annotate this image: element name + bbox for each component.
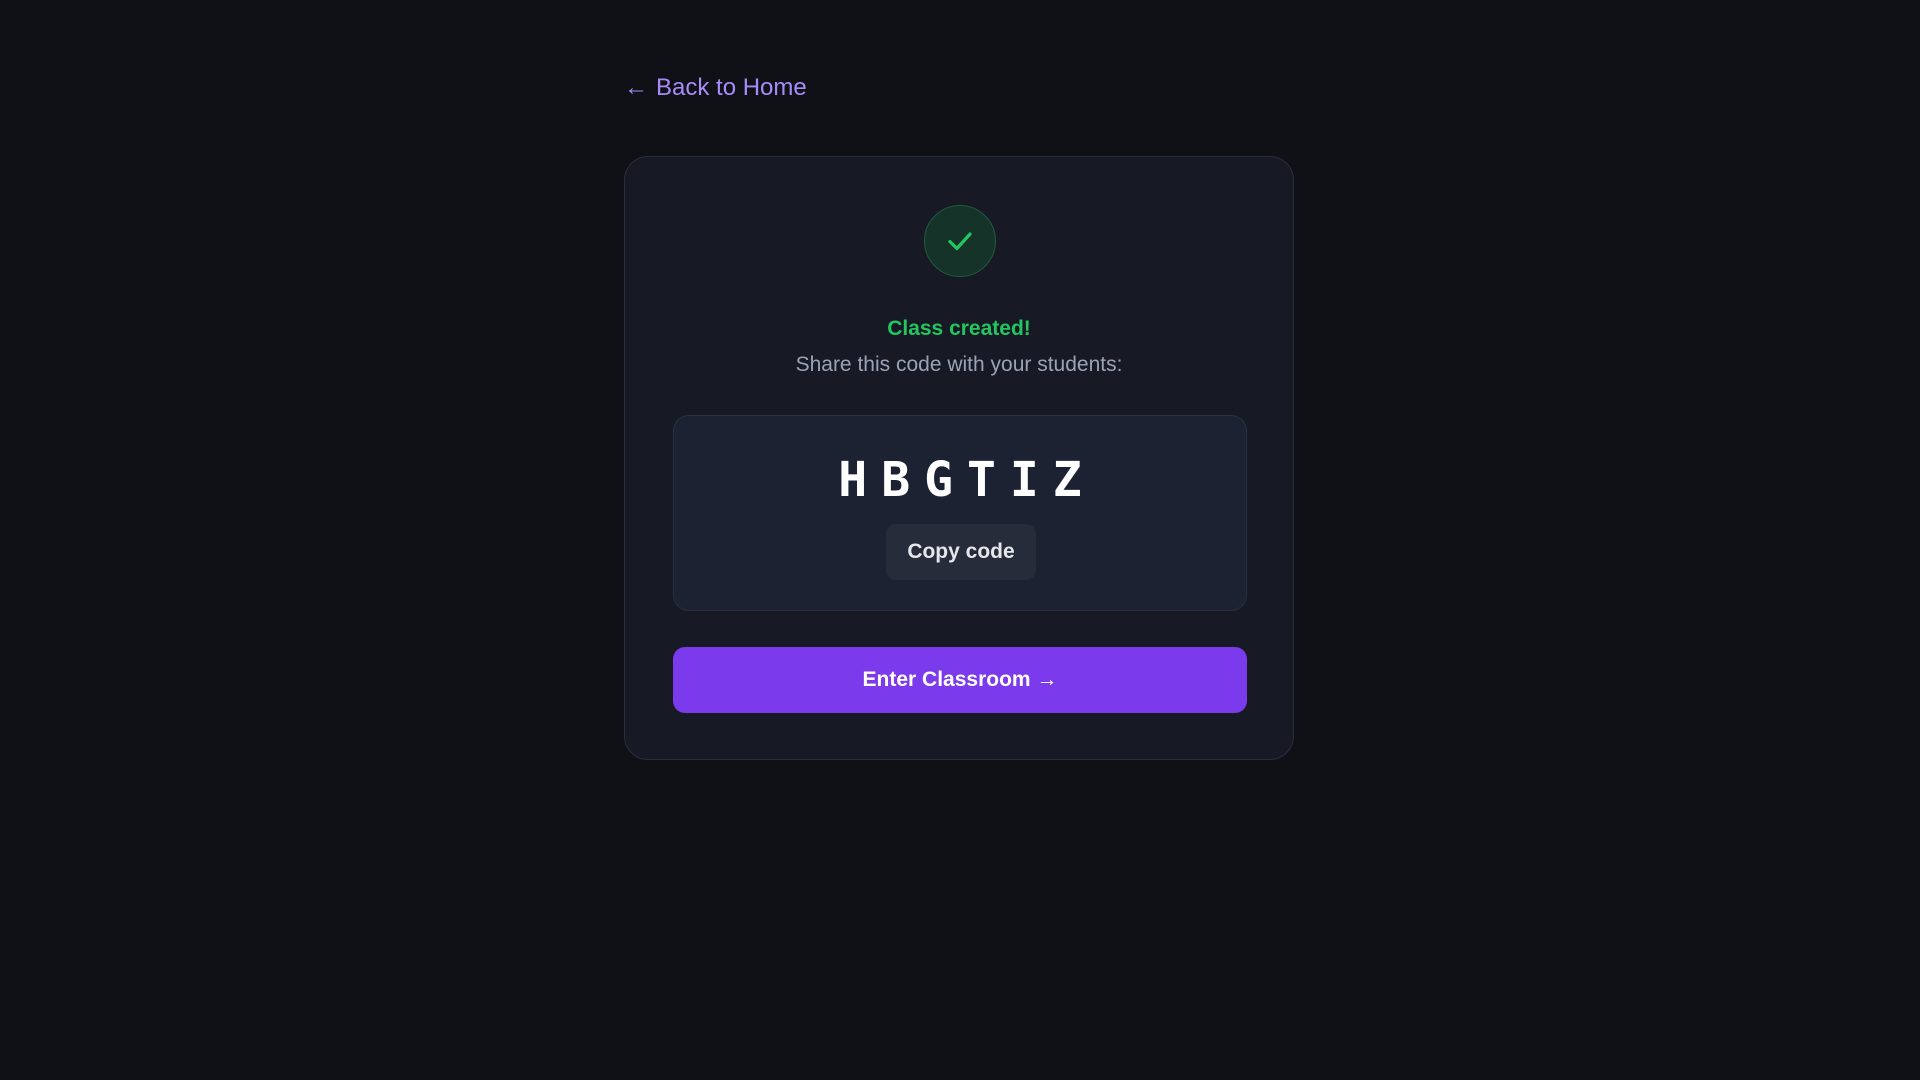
copy-code-button[interactable]: Copy code <box>886 524 1036 580</box>
status-subtitle: Share this code with your students: <box>795 353 1123 376</box>
status-title: Class created! <box>887 317 1031 340</box>
checkmark-icon <box>948 232 972 251</box>
back-to-home-link[interactable]: ← Back to Home <box>624 74 807 102</box>
success-badge <box>924 205 996 277</box>
class-code: HBGTIZ <box>838 452 1096 508</box>
back-to-home-label: Back to Home <box>656 74 807 101</box>
arrow-left-icon: ← <box>624 74 648 101</box>
class-created-card: Class created! Share this code with your… <box>624 156 1294 760</box>
enter-classroom-button[interactable]: Enter Classroom → <box>673 647 1247 713</box>
class-code-box: HBGTIZ Copy code <box>673 415 1247 611</box>
